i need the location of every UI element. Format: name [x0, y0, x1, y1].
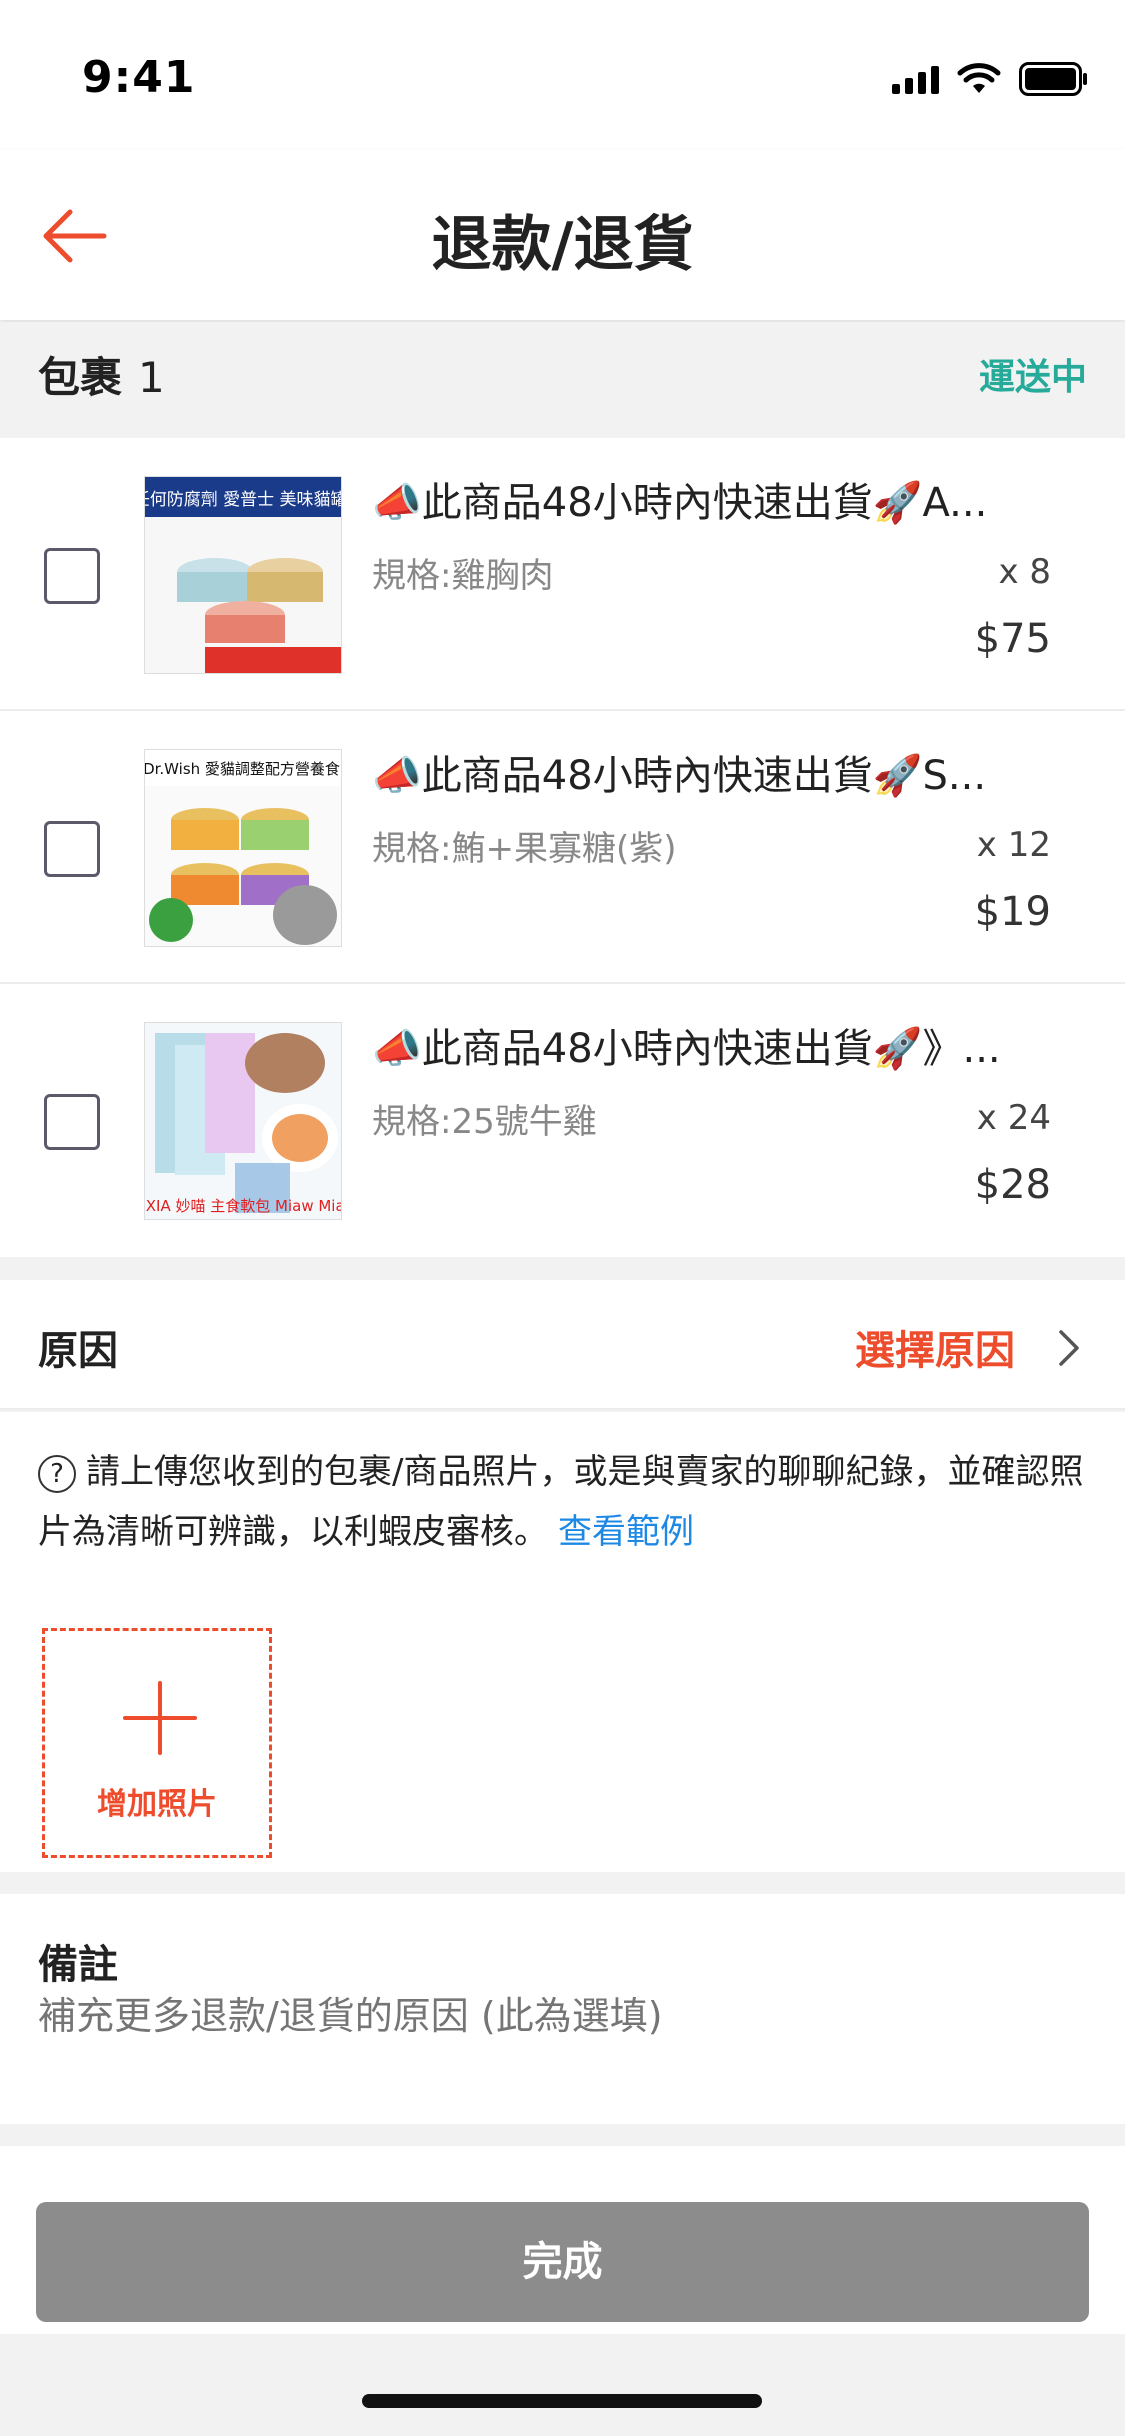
home-indicator: [362, 2394, 762, 2408]
view-example-link[interactable]: 查看範例: [558, 1512, 694, 1552]
product-image-caption: AIXIA 妙喵 主食軟包 Miaw Miaw: [145, 1197, 342, 1215]
item-title: 📣此商品48小時內快速出貨🚀A...: [372, 480, 988, 526]
status-icons: [892, 62, 1089, 96]
photo-upload-section: ? 請上傳您收到的包裹/商品照片，或是與賣家的聊聊紀錄，並確認照片為清晰可辨識，以…: [0, 1412, 1125, 1872]
status-time: 9:41: [82, 52, 196, 103]
battery-icon: [1019, 62, 1087, 96]
reason-label: 原因: [38, 1328, 118, 1374]
reason-row[interactable]: 原因 選擇原因: [0, 1280, 1125, 1410]
item-spec: 規格:25號牛雞: [372, 1102, 597, 1142]
item-spec: 規格:鮪+果寡糖(紫): [372, 829, 677, 869]
item-checkbox[interactable]: [44, 548, 100, 604]
item-checkbox[interactable]: [44, 821, 100, 877]
chevron-right-icon: [1059, 1330, 1079, 1366]
header: 退款/退貨: [0, 150, 1125, 320]
product-image-caption: SEEDS Dr.Wish 愛貓調整配方營養食 4つの味: [145, 760, 342, 778]
done-button[interactable]: 完成: [36, 2202, 1089, 2322]
remarks-input[interactable]: [38, 1994, 1088, 2038]
product-image: 100%の絕不含任何防腐劑 愛普士 美味貓罐 適用各種貓使用: [144, 476, 342, 674]
plus-icon: [123, 1681, 197, 1755]
item-title: 📣此商品48小時內快速出貨🚀》...: [372, 1026, 1001, 1072]
product-image: AIXIA 妙喵 主食軟包 Miaw Miaw: [144, 1022, 342, 1220]
cellular-signal-icon: [892, 64, 939, 94]
upload-instructions: ? 請上傳您收到的包裹/商品照片，或是與賣家的聊聊紀錄，並確認照片為清晰可辨識，以…: [38, 1442, 1088, 1562]
status-bar: 9:41: [0, 0, 1125, 150]
package-number: 1: [138, 353, 165, 402]
page-title: 退款/退貨: [431, 210, 694, 280]
item-price: $75: [974, 616, 1051, 662]
add-photo-button[interactable]: 增加照片: [42, 1628, 272, 1858]
item-price: $19: [974, 889, 1051, 935]
item-title: 📣此商品48小時內快速出貨🚀S...: [372, 753, 987, 799]
help-icon: ?: [38, 1454, 76, 1493]
item-list: 100%の絕不含任何防腐劑 愛普士 美味貓罐 適用各種貓使用 📣此商品48小時內…: [0, 438, 1125, 1257]
item-price: $28: [974, 1162, 1051, 1208]
product-image-caption: 100%の絕不含任何防腐劑 愛普士 美味貓罐 適用各種貓使用: [145, 489, 342, 510]
product-image: SEEDS Dr.Wish 愛貓調整配方營養食 4つの味: [144, 749, 342, 947]
item-qty: x 12: [976, 825, 1051, 865]
item-checkbox[interactable]: [44, 1094, 100, 1150]
footer: 完成: [0, 2146, 1125, 2334]
item-spec: 規格:雞胸肉: [372, 556, 554, 596]
wifi-icon: [957, 63, 1001, 93]
shipping-status: 運送中: [978, 357, 1087, 398]
select-reason[interactable]: 選擇原因: [855, 1318, 1015, 1376]
list-item: SEEDS Dr.Wish 愛貓調整配方營養食 4つの味 📣此商品48小時內快速…: [0, 711, 1125, 984]
remarks-section: 備註: [0, 1894, 1125, 2124]
list-item: 100%の絕不含任何防腐劑 愛普士 美味貓罐 適用各種貓使用 📣此商品48小時內…: [0, 438, 1125, 711]
remarks-label: 備註: [38, 1942, 118, 1988]
list-item: AIXIA 妙喵 主食軟包 Miaw Miaw 📣此商品48小時內快速出貨🚀》.…: [0, 984, 1125, 1257]
add-photo-label: 增加照片: [97, 1787, 217, 1822]
item-qty: x 24: [976, 1098, 1051, 1138]
item-qty: x 8: [998, 552, 1051, 592]
package-header: 包裹 1 運送中: [0, 322, 1125, 438]
package-label: 包裹: [38, 353, 123, 402]
package-title: 包裹 1: [38, 344, 165, 405]
